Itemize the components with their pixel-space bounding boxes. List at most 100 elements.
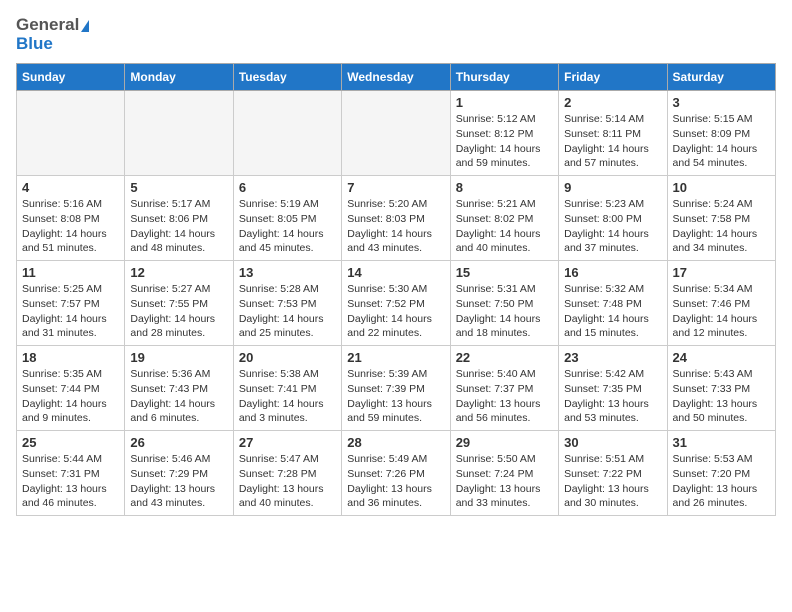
day-info: Sunrise: 5:50 AMSunset: 7:24 PMDaylight:… (456, 452, 553, 511)
weekday-header-row: SundayMondayTuesdayWednesdayThursdayFrid… (17, 64, 776, 91)
day-info: Sunrise: 5:27 AMSunset: 7:55 PMDaylight:… (130, 282, 227, 341)
day-number: 28 (347, 435, 444, 450)
calendar-table: SundayMondayTuesdayWednesdayThursdayFrid… (16, 63, 776, 516)
day-number: 14 (347, 265, 444, 280)
day-number: 30 (564, 435, 661, 450)
day-number: 27 (239, 435, 336, 450)
day-number: 26 (130, 435, 227, 450)
day-number: 18 (22, 350, 119, 365)
day-info: Sunrise: 5:51 AMSunset: 7:22 PMDaylight:… (564, 452, 661, 511)
calendar-cell: 1 Sunrise: 5:12 AMSunset: 8:12 PMDaylight… (450, 91, 558, 176)
weekday-header-wednesday: Wednesday (342, 64, 450, 91)
day-number: 15 (456, 265, 553, 280)
day-info: Sunrise: 5:46 AMSunset: 7:29 PMDaylight:… (130, 452, 227, 511)
day-number: 12 (130, 265, 227, 280)
calendar-cell: 21 Sunrise: 5:39 AMSunset: 7:39 PMDayligh… (342, 346, 450, 431)
calendar-cell: 24Sunrise: 5:43 AMSunset: 7:33 PMDayligh… (667, 346, 775, 431)
day-number: 25 (22, 435, 119, 450)
week-row-1: 1 Sunrise: 5:12 AMSunset: 8:12 PMDaylight… (17, 91, 776, 176)
day-number: 11 (22, 265, 119, 280)
day-number: 29 (456, 435, 553, 450)
calendar-cell: 19 Sunrise: 5:36 AMSunset: 7:43 PMDayligh… (125, 346, 233, 431)
logo: General Blue (16, 16, 89, 53)
day-number: 5 (130, 180, 227, 195)
day-info: Sunrise: 5:42 AMSunset: 7:35 PMDaylight:… (564, 367, 661, 426)
day-info: Sunrise: 5:38 AMSunset: 7:41 PMDaylight:… (239, 367, 336, 426)
day-info: Sunrise: 5:34 AMSunset: 7:46 PMDaylight:… (673, 282, 770, 341)
calendar-cell: 5 Sunrise: 5:17 AMSunset: 8:06 PMDaylight… (125, 176, 233, 261)
calendar-cell (125, 91, 233, 176)
day-number: 21 (347, 350, 444, 365)
calendar-cell: 7 Sunrise: 5:20 AMSunset: 8:03 PMDaylight… (342, 176, 450, 261)
calendar-cell: 13 Sunrise: 5:28 AMSunset: 7:53 PMDayligh… (233, 261, 341, 346)
weekday-header-thursday: Thursday (450, 64, 558, 91)
day-number: 10 (673, 180, 770, 195)
day-info: Sunrise: 5:15 AMSunset: 8:09 PMDaylight:… (673, 112, 770, 171)
day-info: Sunrise: 5:20 AMSunset: 8:03 PMDaylight:… (347, 197, 444, 256)
day-info: Sunrise: 5:24 AMSunset: 7:58 PMDaylight:… (673, 197, 770, 256)
day-info: Sunrise: 5:35 AMSunset: 7:44 PMDaylight:… (22, 367, 119, 426)
calendar-cell: 28Sunrise: 5:49 AMSunset: 7:26 PMDayligh… (342, 431, 450, 516)
calendar-cell: 16 Sunrise: 5:32 AMSunset: 7:48 PMDayligh… (559, 261, 667, 346)
day-number: 8 (456, 180, 553, 195)
day-number: 13 (239, 265, 336, 280)
day-number: 6 (239, 180, 336, 195)
day-info: Sunrise: 5:23 AMSunset: 8:00 PMDaylight:… (564, 197, 661, 256)
calendar-cell (342, 91, 450, 176)
logo-blue: Blue (16, 35, 53, 54)
calendar-cell: 22Sunrise: 5:40 AMSunset: 7:37 PMDayligh… (450, 346, 558, 431)
calendar-cell: 17 Sunrise: 5:34 AMSunset: 7:46 PMDayligh… (667, 261, 775, 346)
week-row-2: 4 Sunrise: 5:16 AMSunset: 8:08 PMDaylight… (17, 176, 776, 261)
calendar-cell: 4 Sunrise: 5:16 AMSunset: 8:08 PMDaylight… (17, 176, 125, 261)
calendar-cell: 23 Sunrise: 5:42 AMSunset: 7:35 PMDayligh… (559, 346, 667, 431)
calendar-cell: 8 Sunrise: 5:21 AMSunset: 8:02 PMDaylight… (450, 176, 558, 261)
calendar-cell: 26 Sunrise: 5:46 AMSunset: 7:29 PMDayligh… (125, 431, 233, 516)
calendar-cell: 25Sunrise: 5:44 AMSunset: 7:31 PMDayligh… (17, 431, 125, 516)
day-number: 17 (673, 265, 770, 280)
calendar-cell: 30 Sunrise: 5:51 AMSunset: 7:22 PMDayligh… (559, 431, 667, 516)
calendar-cell: 12 Sunrise: 5:27 AMSunset: 7:55 PMDayligh… (125, 261, 233, 346)
day-number: 1 (456, 95, 553, 110)
week-row-4: 18 Sunrise: 5:35 AMSunset: 7:44 PMDayligh… (17, 346, 776, 431)
day-number: 3 (673, 95, 770, 110)
weekday-header-saturday: Saturday (667, 64, 775, 91)
weekday-header-tuesday: Tuesday (233, 64, 341, 91)
day-info: Sunrise: 5:36 AMSunset: 7:43 PMDaylight:… (130, 367, 227, 426)
day-info: Sunrise: 5:39 AMSunset: 7:39 PMDaylight:… (347, 367, 444, 426)
day-number: 19 (130, 350, 227, 365)
calendar-cell: 2 Sunrise: 5:14 AMSunset: 8:11 PMDaylight… (559, 91, 667, 176)
day-number: 31 (673, 435, 770, 450)
day-number: 7 (347, 180, 444, 195)
day-info: Sunrise: 5:19 AMSunset: 8:05 PMDaylight:… (239, 197, 336, 256)
day-info: Sunrise: 5:12 AMSunset: 8:12 PMDaylight:… (456, 112, 553, 171)
calendar-cell: 15 Sunrise: 5:31 AMSunset: 7:50 PMDayligh… (450, 261, 558, 346)
day-number: 16 (564, 265, 661, 280)
calendar-cell: 27Sunrise: 5:47 AMSunset: 7:28 PMDayligh… (233, 431, 341, 516)
day-info: Sunrise: 5:14 AMSunset: 8:11 PMDaylight:… (564, 112, 661, 171)
day-info: Sunrise: 5:43 AMSunset: 7:33 PMDaylight:… (673, 367, 770, 426)
day-number: 20 (239, 350, 336, 365)
day-info: Sunrise: 5:40 AMSunset: 7:37 PMDaylight:… (456, 367, 553, 426)
weekday-header-monday: Monday (125, 64, 233, 91)
calendar-cell: 31Sunrise: 5:53 AMSunset: 7:20 PMDayligh… (667, 431, 775, 516)
weekday-header-friday: Friday (559, 64, 667, 91)
calendar-cell (17, 91, 125, 176)
day-number: 2 (564, 95, 661, 110)
calendar-cell: 14Sunrise: 5:30 AMSunset: 7:52 PMDayligh… (342, 261, 450, 346)
calendar-cell (233, 91, 341, 176)
day-info: Sunrise: 5:31 AMSunset: 7:50 PMDaylight:… (456, 282, 553, 341)
day-info: Sunrise: 5:21 AMSunset: 8:02 PMDaylight:… (456, 197, 553, 256)
day-number: 4 (22, 180, 119, 195)
calendar-cell: 18 Sunrise: 5:35 AMSunset: 7:44 PMDayligh… (17, 346, 125, 431)
day-info: Sunrise: 5:32 AMSunset: 7:48 PMDaylight:… (564, 282, 661, 341)
day-number: 23 (564, 350, 661, 365)
page-header: General Blue (16, 16, 776, 53)
day-info: Sunrise: 5:17 AMSunset: 8:06 PMDaylight:… (130, 197, 227, 256)
day-number: 9 (564, 180, 661, 195)
week-row-3: 11 Sunrise: 5:25 AMSunset: 7:57 PMDayligh… (17, 261, 776, 346)
day-info: Sunrise: 5:25 AMSunset: 7:57 PMDaylight:… (22, 282, 119, 341)
day-info: Sunrise: 5:16 AMSunset: 8:08 PMDaylight:… (22, 197, 119, 256)
day-info: Sunrise: 5:28 AMSunset: 7:53 PMDaylight:… (239, 282, 336, 341)
calendar-cell: 11 Sunrise: 5:25 AMSunset: 7:57 PMDayligh… (17, 261, 125, 346)
logo-general: General (16, 16, 89, 35)
